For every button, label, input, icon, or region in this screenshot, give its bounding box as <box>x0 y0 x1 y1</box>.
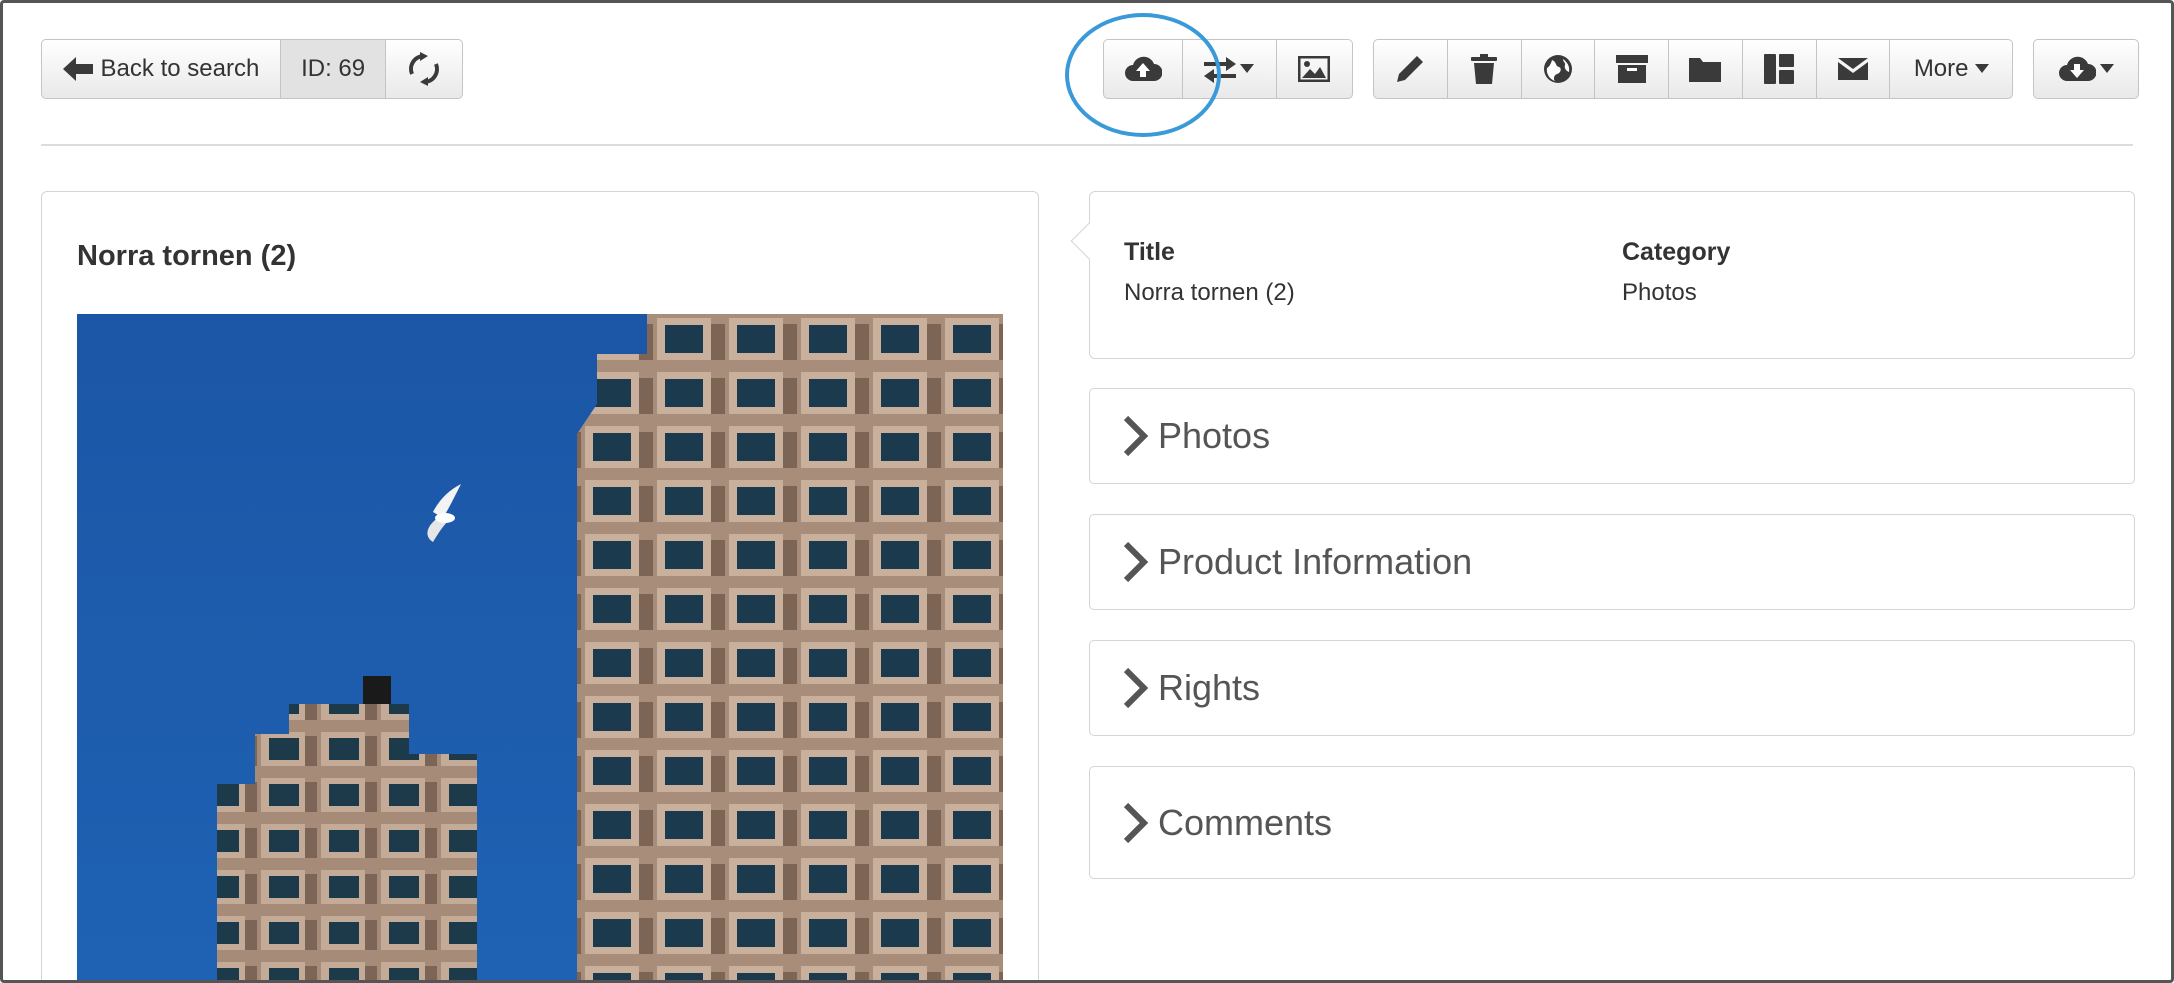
more-label: More <box>1913 55 1969 82</box>
section-photos[interactable]: Photos <box>1089 388 2135 484</box>
caret-down-icon <box>1240 64 1255 73</box>
image-icon <box>1298 56 1331 82</box>
refresh-button[interactable] <box>386 40 462 98</box>
section-photos-label: Photos <box>1158 415 1271 456</box>
edit-button[interactable] <box>1374 40 1448 98</box>
download-dropdown-button[interactable] <box>2034 40 2138 98</box>
category-label: Category <box>1622 238 1731 266</box>
cloud-download-icon <box>2059 56 2096 81</box>
toolbar-divider <box>41 144 2133 146</box>
caret-down-icon <box>1974 64 1989 73</box>
asset-id-badge: ID: 69 <box>280 40 387 98</box>
section-comments[interactable]: Comments <box>1089 766 2135 879</box>
swap-dropdown-button[interactable] <box>1183 40 1277 98</box>
download-group <box>2033 39 2139 99</box>
caret-down-icon <box>2100 64 2114 73</box>
section-rights-label: Rights <box>1158 667 1261 708</box>
layout-icon <box>1764 54 1795 84</box>
upload-button[interactable] <box>1104 40 1184 98</box>
section-product-information-label: Product Information <box>1158 541 1473 582</box>
card-pointer <box>1070 222 1108 260</box>
toolbar: Back to search ID: 69 More <box>41 39 2139 99</box>
back-to-search-label: Back to search <box>100 55 260 82</box>
chevron-right-icon <box>1123 542 1149 582</box>
asset-title: Norra tornen (2) <box>77 240 297 272</box>
photo-image <box>77 314 1003 980</box>
delete-button[interactable] <box>1448 40 1522 98</box>
section-rights[interactable]: Rights <box>1089 640 2135 736</box>
email-button[interactable] <box>1817 40 1891 98</box>
section-product-information[interactable]: Product Information <box>1089 514 2135 610</box>
arrow-left-icon <box>62 57 93 81</box>
more-dropdown-button[interactable]: More <box>1890 40 2012 98</box>
back-to-search-button[interactable]: Back to search <box>42 40 281 98</box>
asset-actions-group: More <box>1373 39 2013 99</box>
category-value: Photos <box>1622 279 1697 306</box>
navigation-group: Back to search ID: 69 <box>41 39 463 99</box>
asset-id-label: ID: 69 <box>301 55 366 82</box>
category-field: Category Photos <box>1622 238 1730 307</box>
section-comments-label: Comments <box>1158 801 1333 843</box>
upload-group <box>1103 39 1353 99</box>
title-field: Title Norra tornen (2) <box>1124 238 1295 307</box>
asset-preview-panel: Norra tornen (2) <box>41 191 1039 980</box>
asset-photo[interactable] <box>77 314 1003 980</box>
trash-icon <box>1471 54 1498 84</box>
refresh-icon <box>409 52 440 86</box>
image-button[interactable] <box>1277 40 1352 98</box>
chevron-right-icon <box>1123 802 1149 843</box>
title-value: Norra tornen (2) <box>1124 279 1295 306</box>
app-window: Back to search ID: 69 More Norra tornen … <box>0 0 2174 983</box>
globe-icon <box>1543 55 1572 83</box>
title-label: Title <box>1124 238 1175 266</box>
folder-button[interactable] <box>1669 40 1743 98</box>
chevron-right-icon <box>1123 668 1149 708</box>
archive-icon <box>1615 55 1648 83</box>
folder-icon <box>1689 58 1722 82</box>
envelope-icon <box>1837 58 1868 80</box>
pencil-icon <box>1397 56 1424 82</box>
cloud-upload-icon <box>1125 56 1163 81</box>
publish-button[interactable] <box>1522 40 1596 98</box>
swap-icon <box>1204 57 1237 83</box>
layout-button[interactable] <box>1743 40 1817 98</box>
archive-button[interactable] <box>1595 40 1670 98</box>
chevron-right-icon <box>1123 416 1149 456</box>
metadata-card: Title Norra tornen (2) Category Photos <box>1070 191 2135 359</box>
